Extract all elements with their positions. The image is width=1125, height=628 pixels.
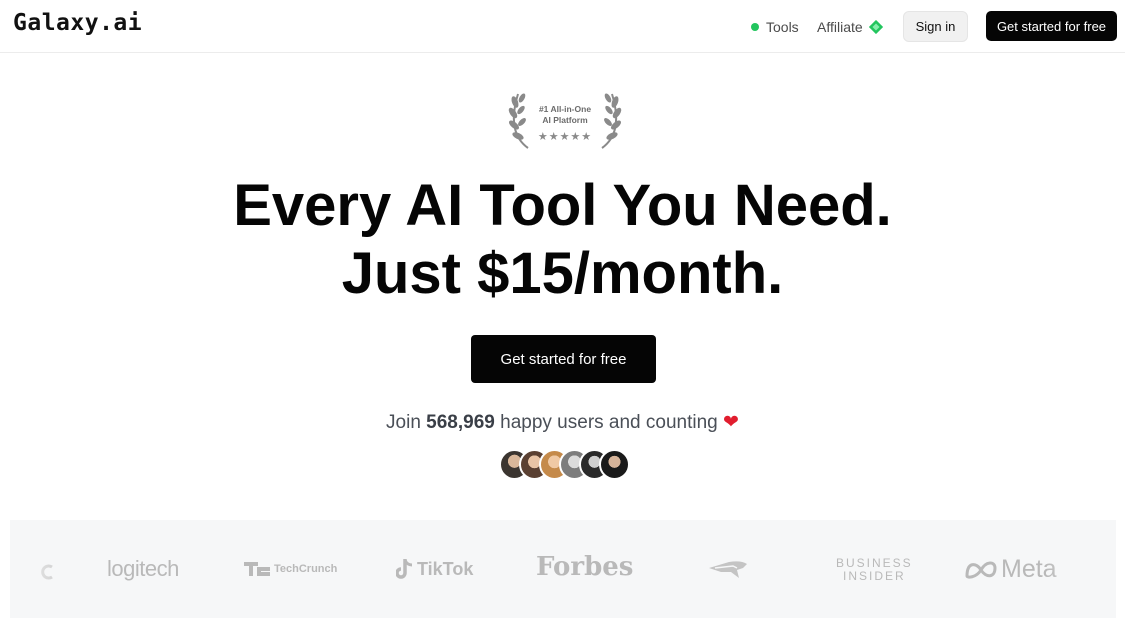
nav-affiliate-label: Affiliate <box>817 19 863 35</box>
badge-line1: #1 All-in-One <box>538 104 592 114</box>
nav-affiliate-link[interactable]: Affiliate <box>817 18 883 36</box>
logo-strip-fade-left <box>10 520 60 618</box>
headline-line1: Every AI Tool You Need. <box>233 173 892 238</box>
logo-strip-fade-right <box>1046 520 1116 618</box>
user-count: 568,969 <box>426 412 495 433</box>
badge-line2: AI Platform <box>542 115 588 125</box>
meta-infinity-icon <box>965 561 997 579</box>
status-dot-icon <box>751 23 759 31</box>
techcrunch-mark-icon <box>244 562 270 576</box>
techcrunch-logo: TechCrunch <box>244 562 337 576</box>
patriots-logo-icon <box>709 561 747 578</box>
tiktok-logo: TikTok <box>396 558 473 580</box>
tiktok-note-icon <box>396 559 413 579</box>
badge-text: #1 All-in-One AI Platform <box>530 104 600 126</box>
techcrunch-label: TechCrunch <box>274 563 338 575</box>
meta-logo: Meta <box>964 555 1057 584</box>
headline-line2: Just $15/month. <box>341 241 784 306</box>
business-insider-logo: BUSINESS INSIDER <box>836 557 913 583</box>
business-insider-line2: INSIDER <box>843 569 906 583</box>
badge-stars-icon: ★★★★★ <box>537 131 593 143</box>
hero-headline: Every AI Tool You Need. Just $15/month. <box>0 172 1125 308</box>
customer-logos-strip: logitech TechCrunch TikTok Forbes BUSINE… <box>10 520 1116 618</box>
money-icon <box>868 20 883 34</box>
social-proof-suffix: happy users and counting <box>500 412 718 433</box>
brand-logo[interactable]: Galaxy.ai <box>13 10 142 36</box>
social-proof-text: Join 568,969 happy users and counting ❤ <box>0 411 1125 434</box>
hero-get-started-button[interactable]: Get started for free <box>471 335 656 383</box>
award-badge: #1 All-in-One AI Platform ★★★★★ <box>508 88 622 152</box>
social-proof-prefix: Join <box>386 412 421 433</box>
nav-get-started-button[interactable]: Get started for free <box>986 11 1117 41</box>
nav-tools-label: Tools <box>766 19 799 35</box>
tiktok-label: TikTok <box>417 558 474 579</box>
heart-icon: ❤ <box>723 412 739 433</box>
avatar <box>599 449 630 480</box>
forbes-logo: Forbes <box>536 552 634 582</box>
user-avatars <box>499 449 630 480</box>
top-nav: Galaxy.ai Tools Affiliate Sign in Get st… <box>0 0 1125 53</box>
nav-tools-link[interactable]: Tools <box>751 18 799 36</box>
sign-in-button[interactable]: Sign in <box>903 11 968 42</box>
logitech-logo: logitech <box>107 556 179 581</box>
